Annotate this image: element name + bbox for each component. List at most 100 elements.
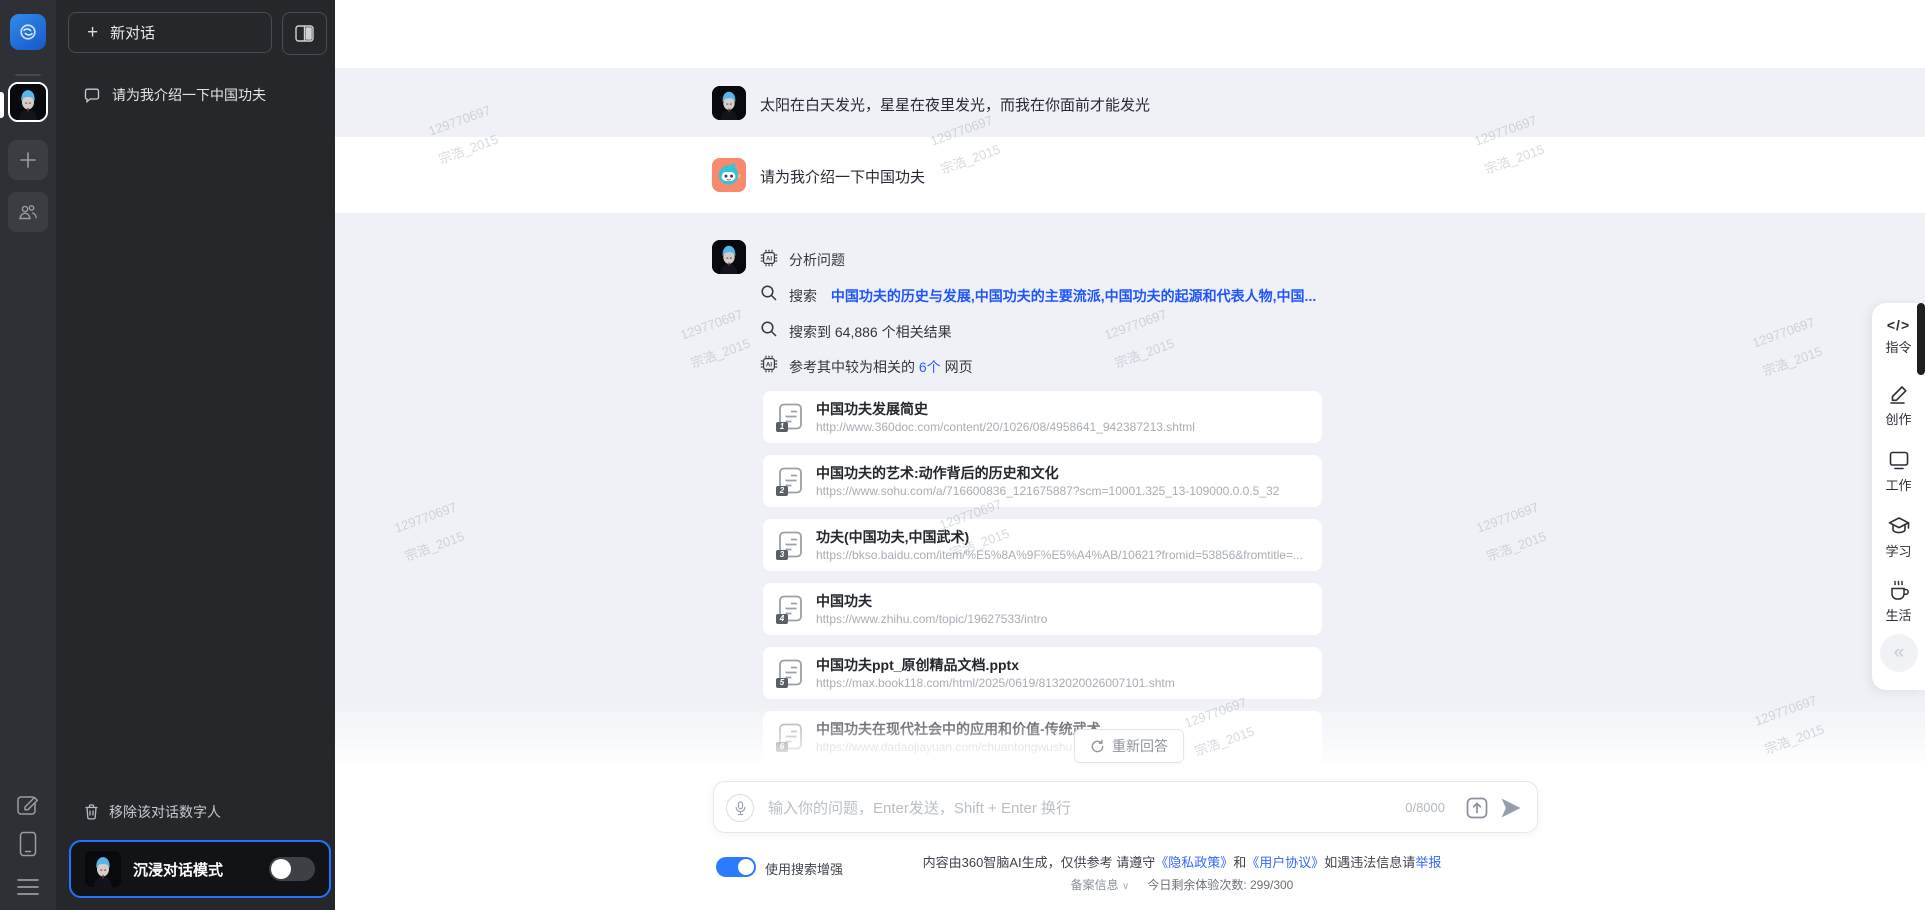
search-icon xyxy=(760,284,778,302)
active-indicator xyxy=(0,92,4,118)
digital-human-avatar-selected[interactable] xyxy=(8,82,48,122)
menu-icon[interactable] xyxy=(16,878,40,896)
new-chat-button[interactable]: + 新对话 xyxy=(68,12,272,53)
document-icon: 6 xyxy=(778,723,804,753)
result-url: https://www.dadaojiayuan.com/chuantongwu… xyxy=(816,740,1072,754)
step-analyze: 分析问题 xyxy=(789,250,845,270)
user-agreement-link[interactable]: 《用户协议》 xyxy=(1246,855,1324,870)
disclaimer-post: 如遇违法信息请 xyxy=(1324,855,1415,870)
collapse-sidebar-button[interactable] xyxy=(282,12,327,55)
disclaimer-pre: 内容由360智脑AI生成，仅供参考 请遵守 xyxy=(923,855,1156,870)
result-url: https://www.zhihu.com/topic/19627533/int… xyxy=(816,612,1047,626)
result-title[interactable]: 功夫(中国功夫,中国武术) xyxy=(816,527,969,547)
tool-label: 学习 xyxy=(1885,541,1911,560)
message-greeting-text: 太阳在白天发光，星星在夜里发光，而我在你面前才能发光 xyxy=(760,94,1150,115)
reference-suffix: 网页 xyxy=(941,359,973,375)
document-number: 5 xyxy=(776,678,788,688)
result-card[interactable]: 2 中国功夫的艺术:动作背后的历史和文化 https://www.sohu.co… xyxy=(763,455,1322,507)
scrollbar-thumb[interactable] xyxy=(1917,303,1925,375)
tool-label: 指令 xyxy=(1885,337,1911,356)
regenerate-label: 重新回答 xyxy=(1112,736,1168,756)
message-question-text: 请为我介绍一下中国功夫 xyxy=(760,166,925,187)
refresh-icon xyxy=(1090,739,1105,754)
result-title[interactable]: 中国功夫 xyxy=(816,591,872,611)
main-top-bar xyxy=(335,0,1925,68)
microphone-icon[interactable] xyxy=(726,794,754,822)
result-card[interactable]: 5 中国功夫ppt_原创精品文档.pptx https://max.book11… xyxy=(763,647,1322,699)
reference-prefix: 参考其中较为相关的 xyxy=(789,359,919,375)
chevron-down-icon: ∨ xyxy=(1122,881,1129,892)
robot-avatar xyxy=(712,158,746,192)
beian-label: 备案信息 xyxy=(1071,878,1119,892)
digital-human-avatar xyxy=(712,240,746,274)
beian-dropdown[interactable]: 备案信息 ∨ xyxy=(1071,878,1130,892)
conversation-item[interactable]: 请为我介绍一下中国功夫 xyxy=(68,78,323,112)
mobile-icon[interactable] xyxy=(18,831,38,857)
reference-count[interactable]: 6个 xyxy=(919,359,941,375)
search-label: 搜索 xyxy=(789,288,817,304)
document-number: 6 xyxy=(776,742,788,752)
upload-icon[interactable] xyxy=(1465,796,1489,820)
result-url: https://max.book118.com/html/2025/0619/8… xyxy=(816,676,1175,690)
tool-item-study[interactable]: 学习 xyxy=(1872,515,1925,560)
step-search-line: 搜索 中国功夫的历史与发展,中国功夫的主要流派,中国功夫的起源和代表人物,中国.… xyxy=(789,286,1316,306)
quota-text: 今日剩余体验次数: 299/300 xyxy=(1147,878,1293,892)
tool-label: 工作 xyxy=(1885,475,1911,494)
step-results: 搜索到 64,886 个相关结果 xyxy=(789,322,952,342)
result-card[interactable]: 3 功夫(中国功夫,中国武术) https://bkso.baidu.com/i… xyxy=(763,519,1322,571)
add-digital-human-button[interactable] xyxy=(8,140,48,180)
digital-human-avatar xyxy=(712,86,746,120)
pencil-icon xyxy=(1888,383,1910,405)
result-card[interactable]: 4 中国功夫 https://www.zhihu.com/topic/19627… xyxy=(763,583,1322,635)
chat-bubble-icon xyxy=(84,88,100,103)
tool-item-work[interactable]: 工作 xyxy=(1872,449,1925,494)
app-rail xyxy=(0,0,56,910)
send-icon[interactable] xyxy=(1499,797,1523,819)
collapse-panel-button[interactable]: « xyxy=(1880,634,1918,672)
result-card[interactable]: 6 中国功夫在现代社会中的应用和价值-传统武术 https://www.dada… xyxy=(763,711,1322,763)
document-icon: 4 xyxy=(778,595,804,625)
regenerate-button[interactable]: 重新回答 xyxy=(1074,729,1184,763)
document-icon: 2 xyxy=(778,467,804,497)
compose-icon[interactable] xyxy=(16,793,40,817)
disclaimer-and: 和 xyxy=(1233,855,1246,870)
tool-label: 创作 xyxy=(1885,409,1911,428)
graduation-cap-icon xyxy=(1888,515,1910,537)
document-icon: 1 xyxy=(778,403,804,433)
search-query[interactable]: 中国功夫的历史与发展,中国功夫的主要流派,中国功夫的起源和代表人物,中国... xyxy=(831,288,1316,304)
digital-human-avatar xyxy=(85,851,121,887)
message-row-question xyxy=(335,137,1925,213)
result-card[interactable]: 1 中国功夫发展简史 http://www.360doc.com/content… xyxy=(763,391,1322,443)
composer-box[interactable]: 0/8000 xyxy=(713,781,1538,833)
document-number: 1 xyxy=(776,422,788,432)
result-title[interactable]: 中国功夫发展简史 xyxy=(816,399,928,419)
immersive-mode-card[interactable]: 沉浸对话模式 xyxy=(69,840,331,898)
search-enhance-toggle[interactable] xyxy=(716,857,756,877)
remove-digital-human-button[interactable]: 移除该对话数字人 xyxy=(68,798,323,826)
plus-icon: + xyxy=(87,23,98,42)
result-title[interactable]: 中国功夫ppt_原创精品文档.pptx xyxy=(816,655,1019,675)
coffee-cup-icon xyxy=(1888,579,1910,601)
chevrons-left-icon: « xyxy=(1894,642,1905,664)
monitor-icon xyxy=(1888,449,1910,471)
tool-item-life[interactable]: 生活 xyxy=(1872,579,1925,624)
tool-item-create[interactable]: 创作 xyxy=(1872,383,1925,428)
immersive-mode-label: 沉浸对话模式 xyxy=(133,859,223,880)
result-title[interactable]: 中国功夫的艺术:动作背后的历史和文化 xyxy=(816,463,1059,483)
char-counter: 0/8000 xyxy=(1405,800,1445,815)
privacy-policy-link[interactable]: 《隐私政策》 xyxy=(1155,855,1233,870)
ai-chip-icon: AI xyxy=(760,355,778,373)
tool-label: 生活 xyxy=(1885,605,1911,624)
result-title[interactable]: 中国功夫在现代社会中的应用和价值-传统武术 xyxy=(816,719,1101,739)
footer-meta-line: 备案信息 ∨ 今日剩余体验次数: 299/300 xyxy=(770,876,1594,893)
app-logo[interactable] xyxy=(10,14,46,50)
step-reference: 参考其中较为相关的 6个 网页 xyxy=(789,357,973,377)
digital-humans-gallery-button[interactable] xyxy=(8,192,48,232)
report-link[interactable]: 举报 xyxy=(1415,855,1441,870)
document-number: 3 xyxy=(776,550,788,560)
immersive-mode-toggle[interactable] xyxy=(269,857,315,881)
message-input[interactable] xyxy=(766,782,1340,834)
toggle-knob xyxy=(738,859,754,875)
document-icon: 5 xyxy=(778,659,804,689)
result-url: http://www.360doc.com/content/20/1026/08… xyxy=(816,420,1195,434)
